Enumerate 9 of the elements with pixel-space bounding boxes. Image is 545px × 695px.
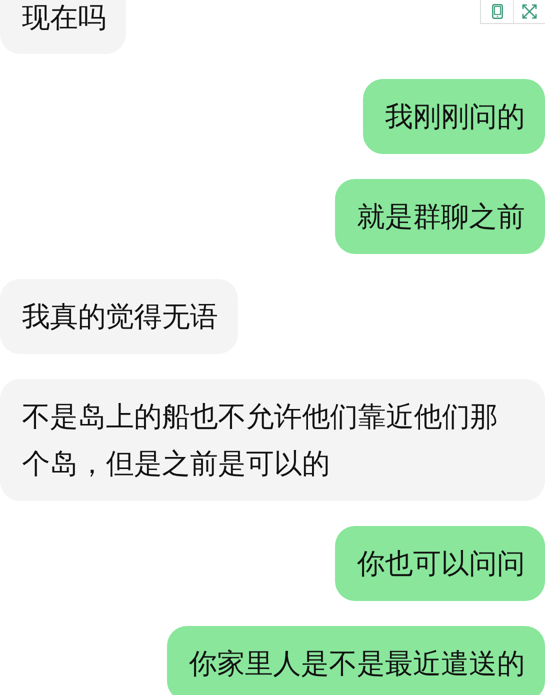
message-bubble: 现在吗 [0, 0, 126, 54]
message-bubble: 你也可以问问 [335, 526, 545, 601]
message-bubble: 不是岛上的船也不允许他们靠近他们那个岛，但是之前是可以的 [0, 379, 545, 501]
message-bubble: 我刚刚问的 [363, 79, 545, 154]
message-bubble: 我真的觉得无语 [0, 279, 238, 354]
message-bubble: 你家里人是不是最近遣送的 [167, 626, 545, 695]
message-bubble: 就是群聊之前 [335, 179, 545, 254]
fullscreen-icon [522, 4, 537, 19]
tablet-icon [492, 4, 502, 19]
